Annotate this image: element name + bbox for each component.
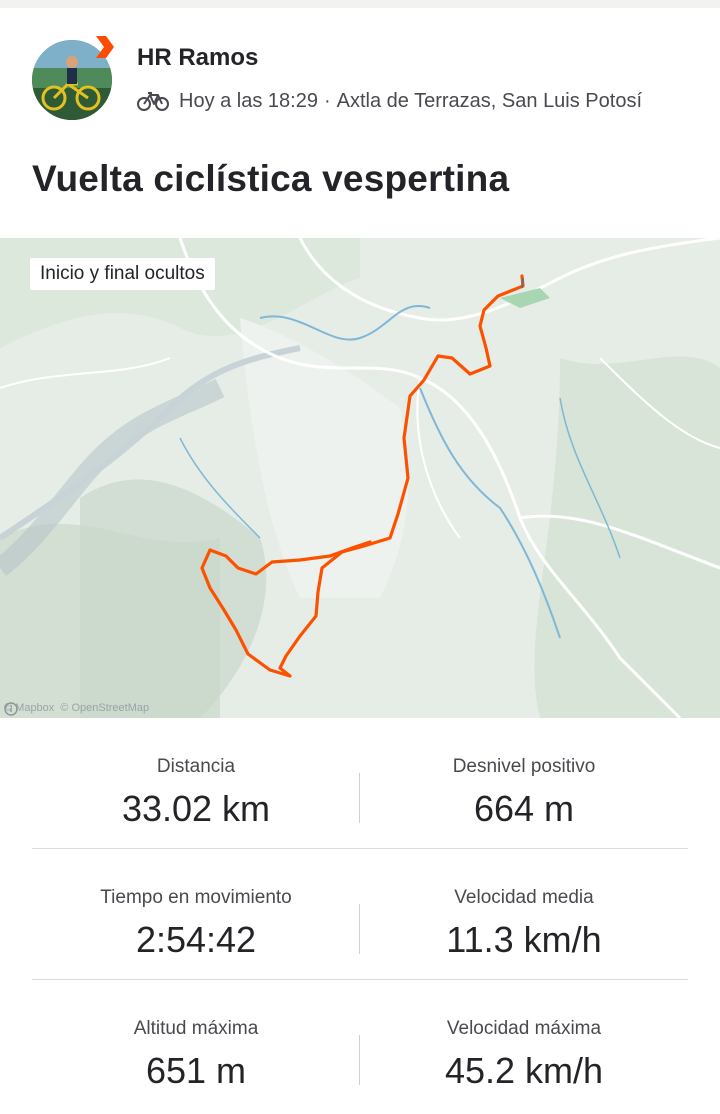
stats-row: Tiempo en movimiento 2:54:42 Velocidad m…	[32, 849, 688, 980]
map-attribution[interactable]: © Mapbox © OpenStreetMap	[4, 702, 155, 716]
stats-grid: Distancia 33.02 km Desnivel positivo 664…	[32, 718, 688, 1110]
activity-header: HR Ramos Hoy a las 18:29 · Axtla de Terr…	[0, 34, 720, 124]
stat-label: Distancia	[156, 756, 236, 777]
separator-dot: ·	[323, 89, 331, 112]
stat-label: Velocidad media	[454, 887, 594, 908]
activity-title[interactable]: Vuelta ciclística vespertina	[32, 158, 509, 200]
stat-value: 664 m	[473, 788, 575, 829]
stat-max-speed: Velocidad máxima 45.2 km/h	[360, 980, 688, 1092]
route-map[interactable]: Inicio y final ocultos © Mapbox © OpenSt…	[0, 238, 720, 718]
stat-elevation-gain: Desnivel positivo 664 m	[360, 718, 688, 830]
bike-icon	[137, 92, 169, 111]
stats-row: Altitud máxima 651 m Velocidad máxima 45…	[32, 980, 688, 1110]
stat-value: 2:54:42	[135, 919, 257, 960]
stat-value: 11.3 km/h	[446, 919, 602, 960]
map-background	[0, 238, 720, 718]
attribution-osm[interactable]: © OpenStreetMap	[60, 702, 149, 714]
activity-meta: Hoy a las 18:29 · Axtla de Terrazas, San…	[137, 86, 642, 116]
stat-label: Velocidad máxima	[446, 1018, 602, 1039]
stat-moving-time: Tiempo en movimiento 2:54:42	[32, 849, 360, 961]
stat-max-elevation: Altitud máxima 651 m	[32, 980, 360, 1092]
stat-label: Tiempo en movimiento	[100, 887, 292, 908]
stat-value: 651 m	[145, 1050, 247, 1091]
top-bar	[0, 0, 720, 8]
stat-value: 45.2 km/h	[444, 1050, 604, 1091]
stat-label: Desnivel positivo	[452, 756, 596, 777]
athlete-name[interactable]: HR Ramos	[137, 44, 258, 72]
subscriber-badge-icon	[96, 36, 114, 58]
stats-row: Distancia 33.02 km Desnivel positivo 664…	[32, 718, 688, 849]
stat-label: Altitud máxima	[133, 1018, 259, 1039]
activity-time: Hoy a las 18:29	[179, 89, 318, 112]
stat-value: 33.02 km	[121, 788, 271, 829]
activity-location: Axtla de Terrazas, San Luis Potosí	[336, 89, 643, 112]
stat-distance: Distancia 33.02 km	[32, 718, 360, 830]
info-icon[interactable]	[4, 702, 18, 716]
stat-average-speed: Velocidad media 11.3 km/h	[360, 849, 688, 961]
privacy-label: Inicio y final ocultos	[30, 258, 215, 290]
